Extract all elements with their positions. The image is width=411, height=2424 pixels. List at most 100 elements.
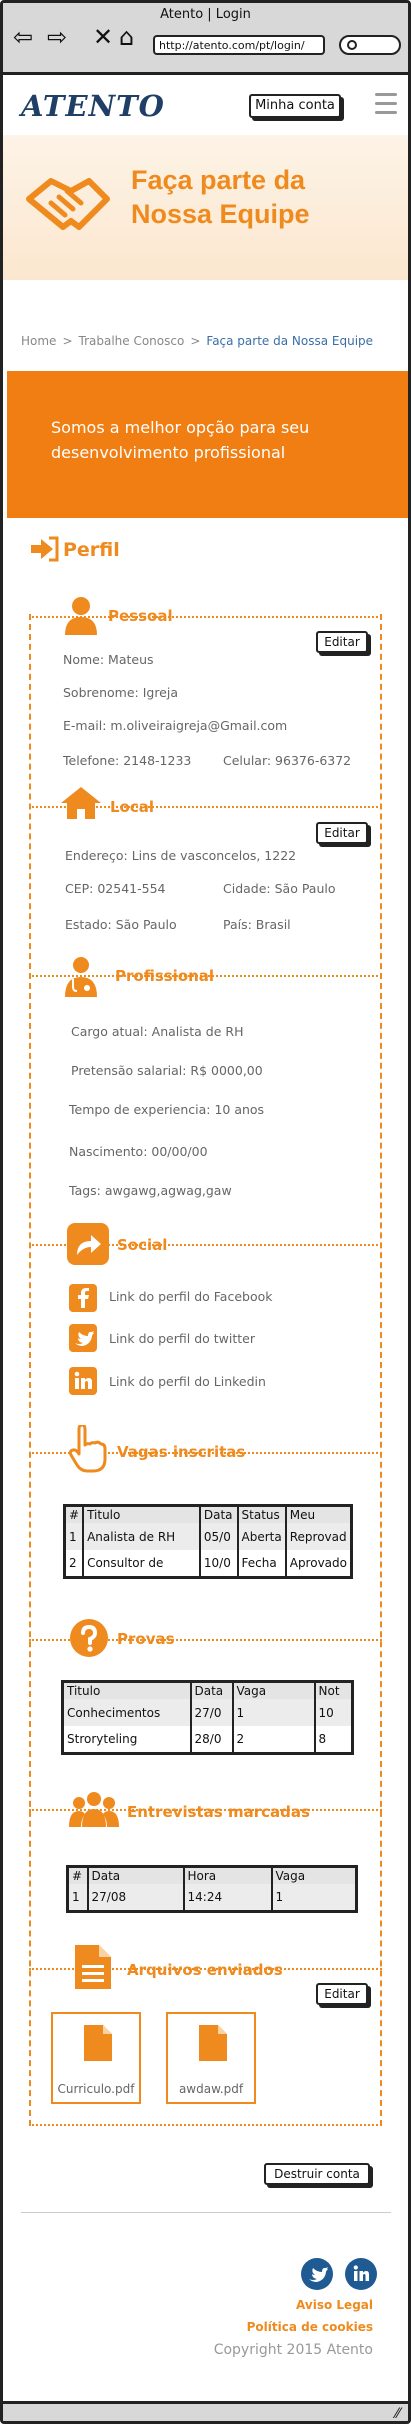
document-icon — [75, 1945, 111, 1989]
breadcrumb-current: Faça parte da Nossa Equipe — [206, 334, 374, 348]
mobile-value: Celular: 96376-6372 — [223, 753, 352, 768]
edit-location-button[interactable]: Editar — [316, 822, 368, 844]
address-value: Endereço: Lins de vasconcelos, 1222 — [65, 848, 297, 863]
browser-search-field[interactable] — [339, 35, 401, 55]
table-cell: 10 — [314, 1699, 353, 1726]
url-bar[interactable]: http://atento.com/pt/login/ — [153, 35, 325, 55]
browser-chrome: Atento | Login ⇦ ⇨ ✕ ⌂ http://atento.com… — [3, 3, 408, 75]
experience-value: Tempo de experiencia: 10 anos — [69, 1102, 265, 1117]
status-bar: ⁄⁄ — [3, 2401, 408, 2421]
table-cell: 2 — [232, 1726, 316, 1753]
salary-value: Pretensão salarial: R$ 0000,00 — [71, 1063, 263, 1078]
column-header: Titulo — [62, 1681, 192, 1699]
linkedin-link[interactable]: Link do perfil do Linkedin — [109, 1374, 266, 1389]
table-header-row: Titulo Data Vaga Not — [62, 1681, 353, 1699]
name-value: Nome: Mateus — [63, 652, 154, 667]
account-button[interactable]: Minha conta — [249, 94, 341, 118]
window-title: Atento | Login — [160, 7, 251, 22]
column-header: Vaga — [271, 1866, 357, 1884]
tags-value: Tags: awgawg,agwag,gaw — [69, 1183, 232, 1198]
table-cell: Reprovad — [285, 1523, 352, 1550]
birth-value: Nascimento: 00/00/00 — [69, 1144, 208, 1159]
home-location-icon — [61, 787, 101, 819]
window-frame: Atento | Login ⇦ ⇨ ✕ ⌂ http://atento.com… — [0, 0, 411, 2424]
home-icon[interactable]: ⌂ — [119, 23, 134, 51]
hero-title: Faça parte da Nossa Equipe — [131, 165, 310, 229]
menu-icon[interactable] — [375, 93, 397, 120]
person-icon — [65, 597, 97, 635]
table-cell: Fecha — [237, 1550, 287, 1577]
surname-value: Sobrenome: Igreja — [63, 685, 179, 700]
table-cell: 8 — [318, 1731, 327, 1746]
column-header: # — [67, 1866, 89, 1884]
table-cell: 1 — [64, 1523, 85, 1550]
column-header: Data — [190, 1681, 234, 1699]
footer-twitter-button[interactable] — [301, 2258, 333, 2290]
file-card[interactable]: awdaw.pdf — [166, 2012, 256, 2104]
table-row[interactable]: 1 27/08 14:24 1 — [67, 1884, 357, 1911]
profile-title: Perfil — [63, 539, 120, 561]
atento-logo[interactable]: ATENTO — [21, 89, 165, 123]
table-cell: 28/0 — [190, 1726, 234, 1753]
table-cell: 1 — [232, 1699, 316, 1726]
applications-table: # Titulo Data Status Meu 1 Analista de R… — [63, 1504, 353, 1579]
doctor-icon — [65, 957, 97, 997]
file-icon — [84, 2025, 112, 2061]
edit-files-button[interactable]: Editar — [316, 1983, 368, 2005]
table-row[interactable]: 2 Consultor de 10/0 Fecha Aprovado — [64, 1550, 352, 1577]
table-cell: 1 — [271, 1884, 357, 1911]
column-header: Data — [87, 1866, 185, 1884]
forward-arrow-icon[interactable]: ⇨ — [47, 23, 67, 51]
personal-section-title: Pessoal — [108, 607, 173, 625]
twitter-link[interactable]: Link do perfil do twitter — [109, 1331, 255, 1346]
stop-icon[interactable]: ✕ — [93, 23, 113, 51]
table-cell: 14:24 — [183, 1884, 273, 1911]
zip-value: CEP: 02541-554 — [65, 881, 166, 896]
file-card[interactable]: Curriculo.pdf — [51, 2012, 141, 2104]
promo-banner: Somos a melhor opção para seu desenvolvi… — [7, 371, 408, 518]
applications-section-title: Vagas inscritas — [117, 1443, 246, 1461]
facebook-icon[interactable] — [69, 1284, 97, 1312]
file-name: awdaw.pdf — [178, 2082, 244, 2096]
linkedin-icon[interactable] — [69, 1367, 97, 1395]
file-name: Curriculo.pdf — [57, 2082, 135, 2096]
edit-personal-button[interactable]: Editar — [316, 631, 368, 653]
interviews-table: # Data Hora Vaga 1 27/08 14:24 1 — [66, 1865, 358, 1913]
section-divider — [29, 2124, 382, 2126]
handshake-icon — [26, 178, 110, 230]
twitter-icon[interactable] — [69, 1324, 97, 1352]
table-row[interactable]: 1 Analista de RH 05/0 Aberta Reprovad — [64, 1523, 352, 1550]
destroy-account-button[interactable]: Destruir conta — [264, 2163, 370, 2185]
column-header: Meu — [285, 1505, 352, 1523]
footer-linkedin-button[interactable] — [345, 2258, 377, 2290]
table-header-row: # Titulo Data Status Meu — [64, 1505, 352, 1523]
file-icon — [199, 2025, 227, 2061]
share-icon — [67, 1223, 109, 1265]
table-row[interactable]: Stroryteling 28/0 2 8 — [62, 1726, 353, 1753]
email-value: E-mail: m.oliveiraigreja@Gmail.com — [63, 718, 288, 733]
twitter-icon — [309, 2267, 328, 2282]
files-section-title: Arquivos enviados — [127, 1961, 283, 1979]
column-header: # — [64, 1505, 85, 1523]
column-header: Status — [237, 1505, 287, 1523]
hero-banner: Faça parte da Nossa Equipe — [3, 135, 408, 280]
search-icon — [347, 40, 357, 50]
legal-notice-link[interactable]: Aviso Legal — [296, 2298, 373, 2312]
table-cell: 1 — [67, 1884, 89, 1911]
state-value: Estado: São Paulo — [65, 917, 177, 932]
breadcrumb-work-with-us[interactable]: Trabalhe Conosco — [79, 334, 185, 348]
cookie-policy-link[interactable]: Política de cookies — [247, 2320, 373, 2334]
back-arrow-icon[interactable]: ⇦ — [13, 23, 33, 51]
resize-handle-icon[interactable]: ⁄⁄ — [395, 2406, 400, 2421]
banner-text: Somos a melhor opção para seu desenvolvi… — [51, 418, 310, 462]
breadcrumb-home[interactable]: Home — [21, 334, 56, 348]
country-value: País: Brasil — [223, 917, 291, 932]
table-cell: Aberta — [237, 1523, 287, 1550]
facebook-link[interactable]: Link do perfil do Facebook — [109, 1289, 273, 1304]
column-header: Titulo — [83, 1505, 201, 1523]
table-row[interactable]: Conhecimentos 27/0 1 10 — [62, 1699, 353, 1726]
table-cell: Analista de RH — [83, 1523, 201, 1550]
table-cell: Stroryteling — [62, 1726, 192, 1753]
table-cell: Conhecimentos — [62, 1699, 192, 1726]
copyright-text: Copyright 2015 Atento — [213, 2342, 373, 2358]
